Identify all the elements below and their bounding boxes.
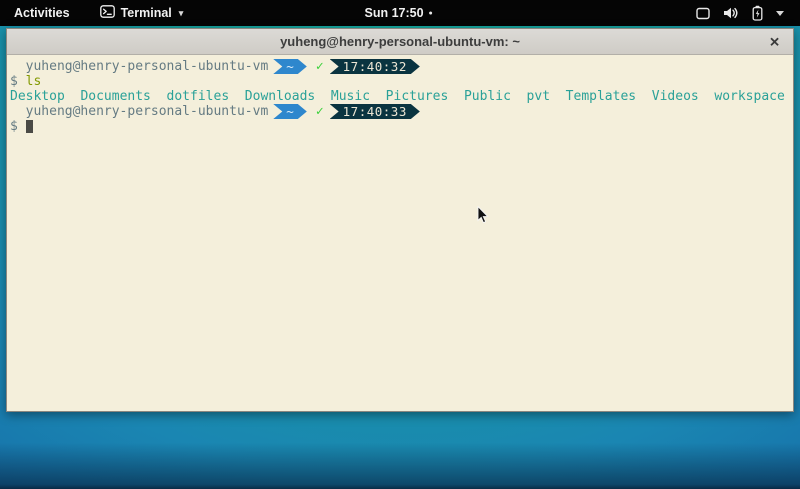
directory-entry: Desktop [10,89,65,104]
desktop-screen: Activities Terminal ▾ Sun 17:50 ● [0,0,800,489]
directory-entry: Public [464,89,511,104]
directory-entry: Videos [652,89,699,104]
directory-entry: Documents [80,89,150,104]
display-icon [696,7,710,20]
mouse-cursor-icon [477,206,489,229]
directory-entry: Pictures [386,89,449,104]
chevron-down-icon: ▾ [179,8,184,19]
directory-entry: pvt [527,89,550,104]
terminal-window: yuheng@henry-personal-ubuntu-vm: ~ ✕ yuh… [6,28,794,412]
directory-entry: dotfiles [167,89,230,104]
notification-dot-icon: ● [429,10,433,17]
terminal-content[interactable]: yuheng@henry-personal-ubuntu-vm ~ ✓ 17:4… [7,55,793,411]
chevron-down-icon [776,11,784,16]
prompt-line: yuheng@henry-personal-ubuntu-vm ~ ✓ 17:4… [10,104,791,119]
terminal-icon [100,5,115,21]
directory-entry: Music [331,89,370,104]
app-menu-terminal[interactable]: Terminal ▾ [92,0,192,26]
system-status-area[interactable] [688,0,792,26]
directory-entry: Templates [566,89,636,104]
prompt-line: yuheng@henry-personal-ubuntu-vm ~ ✓ 17:4… [10,59,791,74]
ls-output-line: Desktop Documents dotfiles Downloads Mus… [10,89,791,104]
clock-text: Sun 17:50 [364,6,423,20]
close-icon[interactable]: ✕ [769,35,780,48]
top-bar: Activities Terminal ▾ Sun 17:50 ● [0,0,800,26]
prompt-user-host: yuheng@henry-personal-ubuntu-vm [26,104,269,119]
prompt-user-host: yuheng@henry-personal-ubuntu-vm [26,59,269,74]
prompt-symbol: $ [10,119,18,134]
prompt-cwd-badge: ~ [273,59,307,74]
battery-charging-icon [752,5,763,21]
input-line[interactable]: $ [10,119,791,134]
directory-entry: Downloads [245,89,315,104]
status-check-icon: ✓ [316,59,324,74]
window-titlebar[interactable]: yuheng@henry-personal-ubuntu-vm: ~ ✕ [7,29,793,55]
volume-icon [723,6,739,20]
typed-command: ls [26,74,42,89]
clock[interactable]: Sun 17:50 ● [364,0,432,26]
activities-button[interactable]: Activities [0,0,84,26]
directory-entry: workspace [714,89,784,104]
app-menu-label: Terminal [121,6,172,20]
status-check-icon: ✓ [316,104,324,119]
command-line: $ ls [10,74,791,89]
prompt-symbol: $ [10,74,18,89]
prompt-time-badge: 17:40:32 [330,59,420,74]
window-title: yuheng@henry-personal-ubuntu-vm: ~ [280,34,520,49]
prompt-cwd-badge: ~ [273,104,307,119]
prompt-time-badge: 17:40:33 [330,104,420,119]
text-cursor [26,120,33,133]
